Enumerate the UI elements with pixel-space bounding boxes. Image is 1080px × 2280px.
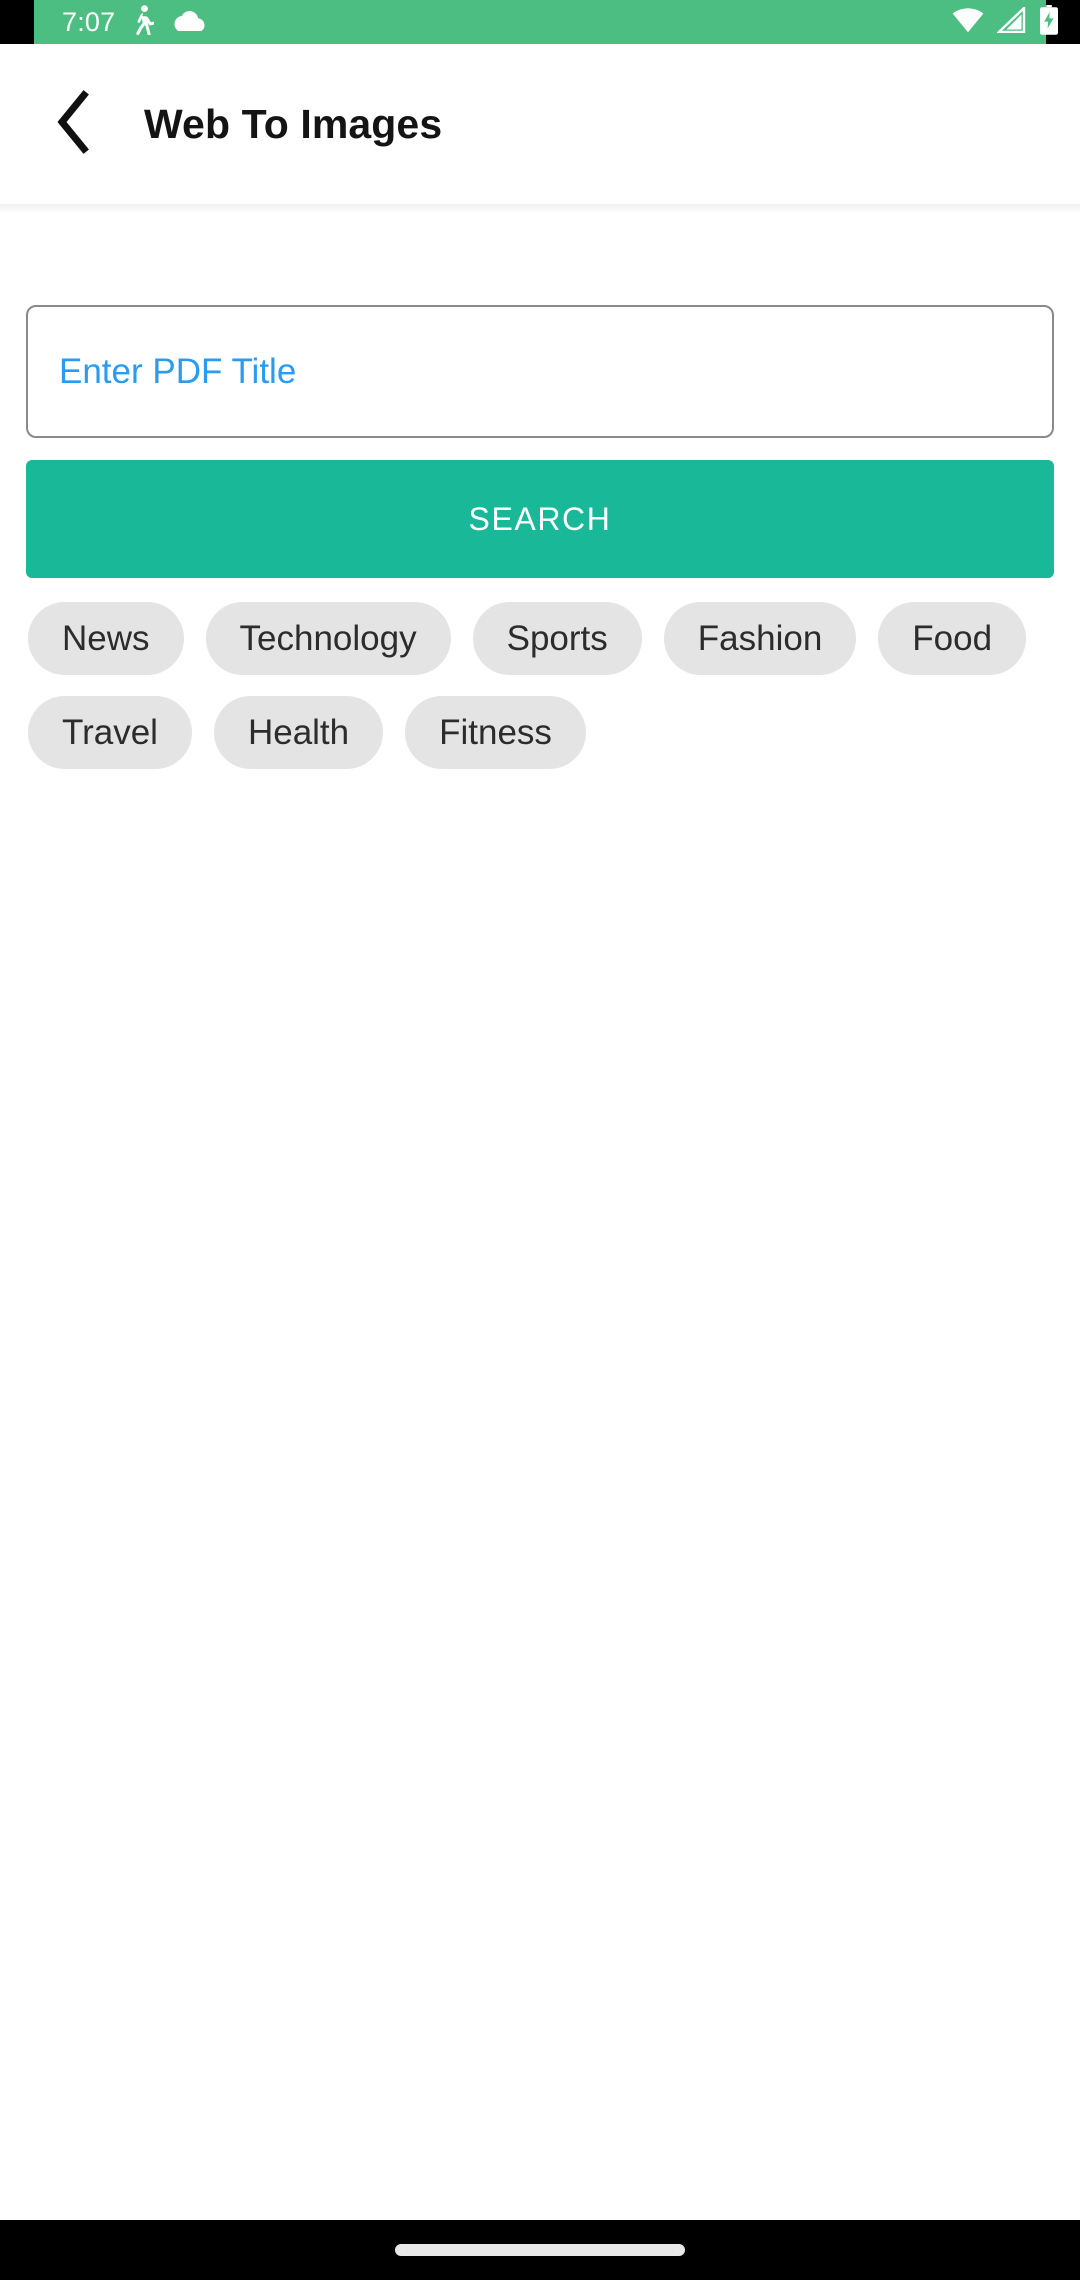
app-bar: Web To Images (0, 44, 1080, 204)
category-chip-sports[interactable]: Sports (472, 602, 642, 675)
status-bar-right-group (952, 4, 1058, 40)
wifi-icon (952, 7, 984, 38)
chip-label: Food (912, 619, 993, 658)
app-bar-divider (0, 204, 1080, 213)
chip-label: News (62, 619, 150, 658)
chip-label: Travel (62, 713, 158, 752)
page-title: Web To Images (144, 100, 443, 147)
status-bar: 7:07 (0, 0, 1080, 44)
chevron-left-icon (52, 89, 96, 160)
category-chip-list: News Technology Sports Fashion Food Trav… (28, 602, 1052, 790)
screen-corner-left (0, 0, 34, 44)
cloud-icon (171, 9, 205, 36)
category-chip-food[interactable]: Food (878, 602, 1027, 675)
chip-label: Fashion (697, 619, 823, 658)
battery-charging-icon (1040, 4, 1058, 40)
chip-label: Health (247, 713, 350, 752)
status-bar-left-group: 7:07 (62, 4, 952, 40)
pdf-title-input[interactable]: Enter PDF Title (26, 305, 1054, 438)
phone-screen: 7:07 Web To Images Enter PDF Title SEARC… (0, 0, 1080, 2280)
category-chip-fitness[interactable]: Fitness (405, 696, 586, 769)
walking-person-icon (132, 4, 156, 40)
home-indicator[interactable] (395, 2244, 685, 2256)
status-bar-clock: 7:07 (62, 6, 116, 37)
cellular-signal-icon (996, 4, 1027, 38)
category-chip-news[interactable]: News (28, 602, 184, 675)
pdf-title-placeholder: Enter PDF Title (59, 352, 297, 391)
chip-label: Technology (239, 619, 417, 658)
system-navigation-bar (0, 2220, 1080, 2280)
back-button[interactable] (26, 76, 122, 172)
main-content: Enter PDF Title SEARCH News Technology S… (0, 213, 1080, 790)
category-chip-travel[interactable]: Travel (28, 696, 192, 769)
category-chip-fashion[interactable]: Fashion (663, 602, 857, 675)
category-chip-health[interactable]: Health (213, 696, 384, 769)
chip-label: Fitness (439, 713, 552, 752)
chip-label: Sports (506, 619, 608, 658)
category-chip-technology[interactable]: Technology (205, 602, 451, 675)
search-button-label: SEARCH (468, 500, 612, 537)
search-button[interactable]: SEARCH (26, 460, 1054, 578)
